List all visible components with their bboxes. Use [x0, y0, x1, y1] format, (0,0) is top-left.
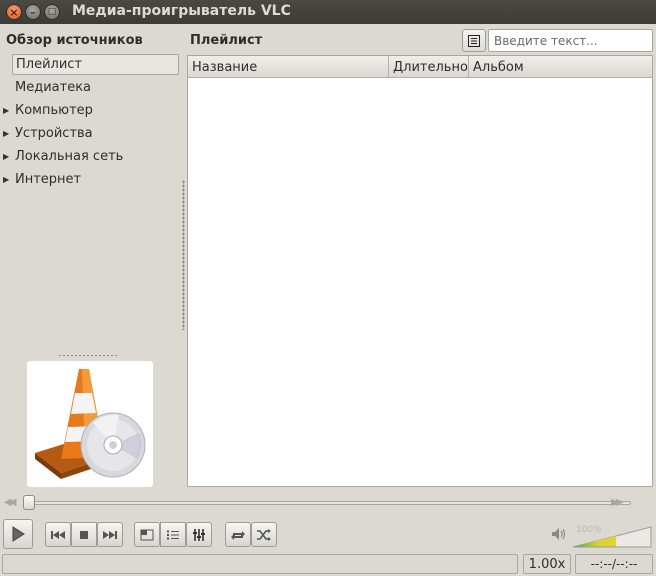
sidebar-item-label: Интернет — [15, 172, 82, 187]
playlist-icon — [167, 530, 179, 539]
sidebar-item-local-network[interactable]: ▶ Локальная сеть — [0, 146, 180, 167]
close-button[interactable]: × — [6, 4, 22, 20]
playlist-title: Плейлист — [190, 33, 263, 48]
loop-icon — [231, 530, 245, 540]
previous-button[interactable] — [45, 522, 71, 547]
playlist-toggle-button[interactable] — [160, 522, 186, 547]
next-icon — [103, 530, 117, 539]
time-display[interactable]: --:--/--:-- — [575, 554, 653, 574]
sidebar-item-label: Локальная сеть — [15, 149, 124, 164]
shuffle-icon — [257, 528, 271, 541]
fullscreen-button[interactable] — [134, 522, 160, 547]
sidebar-item-computer[interactable]: ▶ Компьютер — [0, 100, 180, 121]
playlist-view-button[interactable] — [462, 29, 486, 52]
maximize-icon: □ — [47, 6, 57, 17]
shuffle-button[interactable] — [251, 522, 277, 547]
play-icon — [12, 526, 25, 542]
previous-icon — [51, 530, 65, 539]
expand-arrow-icon[interactable]: ▶ — [0, 152, 15, 161]
seek-slider-handle[interactable] — [23, 495, 35, 510]
list-view-icon — [468, 34, 480, 47]
sidebar-item-label: Компьютер — [15, 103, 93, 118]
loop-button[interactable] — [225, 522, 251, 547]
column-header-album[interactable]: Альбом — [469, 56, 652, 78]
seek-slider-track[interactable] — [26, 501, 631, 505]
volume-percent-label: 100% — [576, 525, 602, 535]
sidebar-splitter-handle[interactable] — [182, 180, 185, 330]
expand-arrow-icon[interactable]: ▶ — [0, 106, 15, 115]
title-bar: × – □ Медиа-проигрыватель VLC — [0, 0, 656, 24]
stop-button[interactable] — [71, 522, 97, 547]
extended-settings-button[interactable] — [186, 522, 212, 547]
album-art — [27, 361, 153, 487]
next-button[interactable] — [97, 522, 123, 547]
art-splitter-handle[interactable] — [58, 354, 118, 357]
sidebar-item-label: Плейлист — [16, 57, 83, 72]
sidebar-title: Обзор источников — [6, 33, 143, 48]
sidebar-item-playlist[interactable]: Плейлист — [12, 54, 179, 75]
playlist-table[interactable]: Название Длительность Альбом — [187, 55, 653, 487]
expand-arrow-icon[interactable]: ▶ — [0, 175, 15, 184]
playlist-search-input[interactable] — [488, 29, 653, 52]
extended-settings-icon — [193, 528, 205, 541]
maximize-button[interactable]: □ — [44, 4, 60, 20]
minimize-icon: – — [30, 5, 36, 19]
sidebar-item-devices[interactable]: ▶ Устройства — [0, 123, 180, 144]
status-bar — [2, 554, 518, 574]
vlc-cone-with-disc-icon — [35, 369, 146, 479]
playlist-table-header: Название Длительность Альбом — [188, 56, 652, 78]
stop-icon — [80, 530, 88, 539]
fullscreen-icon — [140, 529, 154, 540]
playback-speed-label[interactable]: 1.00x — [523, 554, 571, 574]
seek-forward-icon[interactable]: ▶▶ — [611, 497, 624, 508]
column-header-duration[interactable]: Длительность — [389, 56, 469, 78]
close-icon: × — [9, 5, 19, 19]
seek-backward-icon[interactable]: ◀◀ — [4, 497, 17, 508]
window-title: Медиа-проигрыватель VLC — [72, 3, 291, 19]
vlc-window: × – □ Медиа-проигрыватель VLC Обзор исто… — [0, 0, 656, 576]
window-buttons: × – □ — [6, 4, 60, 20]
sidebar: Обзор источников Плейлист Медиатека ▶ Ко… — [0, 24, 184, 488]
minimize-button[interactable]: – — [25, 4, 41, 20]
sidebar-item-label: Медиатека — [15, 80, 92, 95]
speaker-icon[interactable] — [551, 527, 567, 541]
sidebar-item-label: Устройства — [15, 126, 93, 141]
sidebar-item-media-library[interactable]: Медиатека — [12, 77, 192, 98]
play-button[interactable] — [3, 519, 33, 549]
sidebar-item-internet[interactable]: ▶ Интернет — [0, 169, 180, 190]
expand-arrow-icon[interactable]: ▶ — [0, 129, 15, 138]
column-header-title[interactable]: Название — [188, 56, 389, 78]
